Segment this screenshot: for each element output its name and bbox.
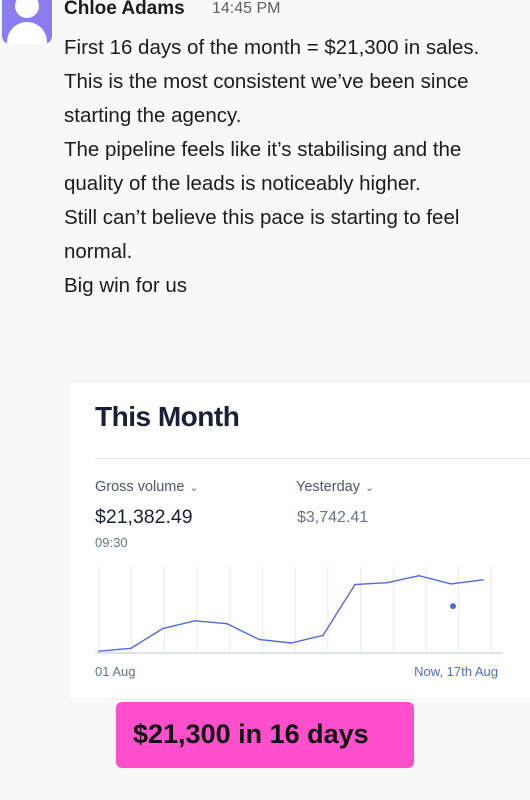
- divider: [95, 458, 530, 459]
- gross-volume-value: $21,382.49: [95, 506, 193, 528]
- x-axis-end-label: Now, 17th Aug: [414, 664, 498, 679]
- sender-name[interactable]: Chloe Adams: [64, 0, 185, 20]
- x-axis-start-label: 01 Aug: [95, 664, 136, 679]
- message-line: Big win for us: [64, 274, 188, 297]
- highlight-banner: $21,300 in 16 days: [116, 702, 414, 768]
- slack-message: Chloe Adams 14:45 PM First 16 days of th…: [0, 0, 530, 800]
- divider: [70, 699, 530, 700]
- message-line: The pipeline feels like it’s stabilising…: [64, 138, 462, 195]
- avatar-body-shape: [7, 22, 47, 44]
- line-point: [98, 650, 100, 653]
- message-line: First 16 days of the month = $21,300 in …: [64, 36, 480, 59]
- dashboard-screenshot: This Month Gross volume ⌄ Yesterday ⌄ $21,…: [70, 383, 530, 701]
- line-point: [418, 574, 420, 577]
- line-point: [130, 647, 132, 650]
- line-point: [450, 583, 452, 585]
- line-point: [258, 638, 260, 641]
- yesterday-label: Yesterday: [296, 479, 360, 495]
- avatar[interactable]: [2, 0, 52, 44]
- line-point: [354, 583, 356, 586]
- line-point: [162, 627, 164, 630]
- gross-volume-chart: [95, 567, 503, 654]
- yesterday-value: $3,742.41: [297, 509, 369, 526]
- line-point: [482, 578, 484, 581]
- message-timestamp[interactable]: 14:45 PM: [212, 0, 280, 18]
- gross-volume-label: Gross volume: [95, 479, 185, 495]
- chevron-down-icon: ⌄: [364, 482, 375, 494]
- line-point: [226, 622, 228, 625]
- chevron-down-icon: ⌄: [189, 482, 199, 494]
- message-line: Still can’t believe this pace is startin…: [64, 206, 460, 263]
- line-point: [194, 619, 196, 622]
- gross-volume-line: [98, 574, 484, 652]
- line-point: [322, 634, 324, 637]
- line-point: [386, 581, 388, 584]
- avatar-head-shape: [15, 0, 39, 18]
- message-text: First 16 days of the month = $21,300 in …: [64, 31, 504, 303]
- line-point: [290, 642, 292, 644]
- card-title: This Month: [95, 401, 240, 432]
- yesterday-point: [450, 603, 456, 610]
- banner-text: $21,300 in 16 days: [133, 719, 369, 749]
- gross-volume-time: 09:30: [95, 535, 128, 550]
- yesterday-dropdown[interactable]: Yesterday ⌄: [296, 479, 374, 495]
- gross-volume-dropdown[interactable]: Gross volume ⌄: [95, 479, 199, 495]
- message-line: This is the most consistent we’ve been s…: [64, 70, 469, 127]
